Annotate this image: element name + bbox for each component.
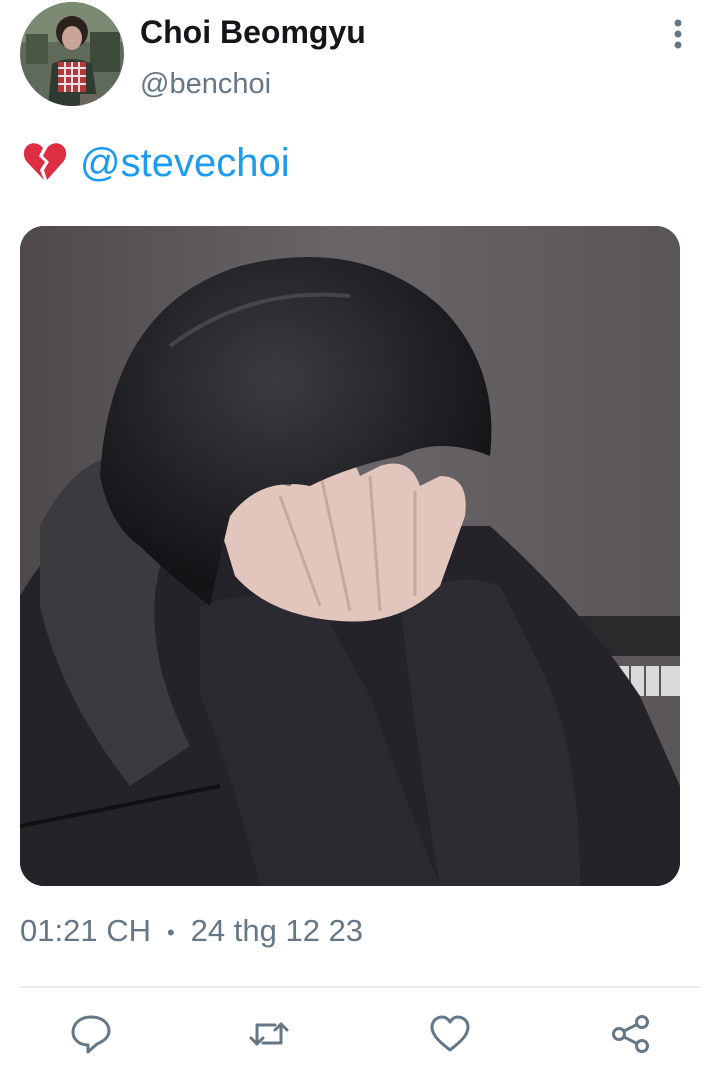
tweet-mention[interactable]: @stevechoi <box>80 141 290 186</box>
author-avatar[interactable] <box>20 2 124 106</box>
tweet-time[interactable]: 01:21 CH <box>20 913 151 948</box>
like-icon <box>430 1015 470 1052</box>
meta-separator: • <box>166 919 175 945</box>
tweet-timestamp: 01:21 CH • 24 thg 12 23 <box>20 913 363 949</box>
retweet-icon <box>249 1022 289 1046</box>
tweet-media-image[interactable] <box>20 226 680 886</box>
more-vertical-icon <box>674 19 682 49</box>
like-button[interactable] <box>428 1012 472 1056</box>
share-icon <box>612 1015 649 1053</box>
author-display-name[interactable]: Choi Beomgyu <box>140 14 366 51</box>
reply-button[interactable] <box>69 1012 113 1056</box>
avatar-image <box>20 2 124 106</box>
tweet-date[interactable]: 24 thg 12 23 <box>191 913 363 948</box>
photo-person-covering-face <box>20 226 680 886</box>
more-options-button[interactable] <box>660 14 696 54</box>
retweet-button[interactable] <box>247 1012 291 1056</box>
reply-icon <box>71 1015 111 1054</box>
author-handle[interactable]: @benchoi <box>140 68 271 101</box>
broken-heart-icon <box>23 143 67 180</box>
divider <box>20 986 700 988</box>
tweet-text: @stevechoi <box>22 138 290 188</box>
share-button[interactable] <box>609 1012 653 1056</box>
